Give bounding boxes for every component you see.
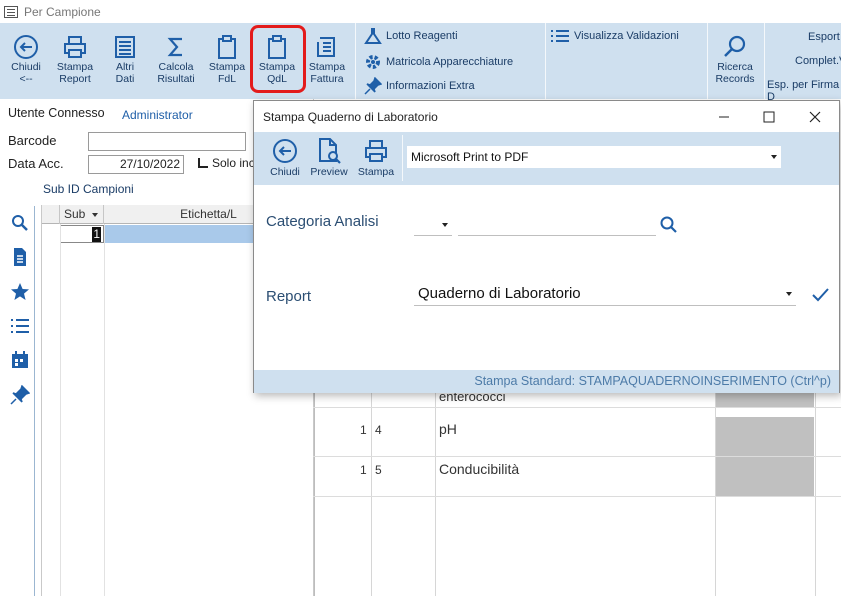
- stampa-report-button[interactable]: Stampa Report: [49, 33, 101, 85]
- chiudi-button[interactable]: Chiudi <--: [0, 33, 52, 85]
- close-button[interactable]: [804, 107, 826, 127]
- data-acc-field[interactable]: 27/10/2022: [88, 155, 184, 174]
- visualizza-validazioni-button[interactable]: Visualizza Validazioni: [550, 28, 679, 44]
- gear-icon: [364, 53, 382, 71]
- app-title-bar: Per Campione: [0, 0, 841, 23]
- grid-line: [104, 224, 105, 596]
- ribbon-separator: [355, 23, 356, 99]
- report-select[interactable]: Quaderno di Laboratorio: [414, 282, 796, 306]
- dialog-toolbar: Chiudi Preview Stampa Microsoft Print to…: [254, 132, 839, 185]
- matricola-apparecchiature-button[interactable]: Matricola Apparecchiature: [364, 53, 513, 71]
- ricerca-records-button[interactable]: Ricerca Records: [708, 33, 762, 85]
- dialog-title-bar: Stampa Quaderno di Laboratorio: [254, 101, 839, 132]
- complet-button[interactable]: Complet.V: [795, 55, 841, 67]
- back-arrow-icon: [0, 33, 52, 61]
- list-icon: [550, 28, 570, 44]
- list-item[interactable]: 1 5 Conducibilità: [313, 457, 841, 497]
- search-icon[interactable]: [659, 215, 679, 235]
- solo-label: Solo inc: [212, 156, 255, 170]
- qdl-highlight-outline: [250, 25, 306, 93]
- ribbon-separator: [764, 23, 765, 99]
- flask-icon: [364, 28, 382, 44]
- dialog-stampa-button[interactable]: Stampa: [354, 136, 398, 178]
- solo-checkbox[interactable]: [198, 158, 208, 168]
- dialog-chiudi-button[interactable]: Chiudi: [263, 136, 307, 178]
- chevron-down-icon: [771, 155, 777, 159]
- ribbon-separator: [545, 23, 546, 99]
- dialog-title: Stampa Quaderno di Laboratorio: [263, 110, 438, 124]
- list-icon: [99, 33, 151, 61]
- dialog-status-bar: Stampa Standard: STAMPAQUADERNOINSERIMEN…: [254, 370, 839, 393]
- dialog-preview-button[interactable]: Preview: [307, 136, 351, 178]
- printer-select[interactable]: Microsoft Print to PDF: [407, 146, 781, 168]
- categoria-analisi-label: Categoria Analisi: [266, 213, 379, 230]
- lotto-reagenti-button[interactable]: Lotto Reagenti: [364, 28, 458, 44]
- categoria-analisi-dropdown[interactable]: [414, 212, 452, 236]
- altri-dati-button[interactable]: Altri Dati: [99, 33, 151, 85]
- sub-cell[interactable]: 1: [60, 225, 104, 243]
- barcode-field[interactable]: [88, 132, 246, 151]
- grid-line: [60, 224, 61, 596]
- calcola-risultati-button[interactable]: Calcola Risultati: [150, 33, 202, 85]
- sigma-icon: [150, 33, 202, 61]
- side-toolbar: [4, 206, 35, 596]
- barcode-label: Barcode: [8, 133, 57, 148]
- stampa-fdl-button[interactable]: Stampa FdL: [201, 33, 253, 85]
- status-text: Stampa Standard: STAMPAQUADERNOINSERIMEN…: [474, 374, 831, 388]
- document-search-icon: [307, 136, 351, 166]
- analisi-list: enterococci 1 4 pH 1 5 Conducibilità: [313, 378, 841, 596]
- form-icon: [4, 5, 18, 18]
- printer-icon: [49, 33, 101, 61]
- list-icon[interactable]: [9, 315, 31, 337]
- invoice-icon: [301, 33, 353, 61]
- sort-arrow-icon: [91, 212, 98, 217]
- chevron-down-icon: [786, 292, 792, 296]
- minimize-button[interactable]: [713, 107, 735, 127]
- select-all-corner[interactable]: [42, 205, 60, 224]
- window-title: Per Campione: [24, 4, 101, 19]
- utente-connesso-label: Utente Connesso: [8, 106, 105, 120]
- search-icon[interactable]: [9, 212, 31, 234]
- categoria-analisi-field[interactable]: [458, 212, 656, 236]
- informazioni-extra-button[interactable]: Informazioni Extra: [364, 77, 475, 95]
- toolbar-separator: [402, 135, 403, 181]
- sub-id-campioni-label: Sub ID Campioni: [43, 182, 134, 196]
- chevron-down-icon: [442, 223, 448, 227]
- list-item[interactable]: 1 4 pH: [313, 417, 841, 457]
- maximize-button[interactable]: [758, 107, 780, 127]
- clipboard-icon: [201, 33, 253, 61]
- search-icon: [708, 33, 762, 61]
- column-header-sub[interactable]: Sub: [60, 205, 104, 224]
- pin-icon: [364, 77, 382, 95]
- data-acc-label: Data Acc.: [8, 156, 64, 171]
- printer-icon: [354, 136, 398, 166]
- stampa-fattura-button[interactable]: Stampa Fattura: [301, 33, 353, 85]
- ribbon-toolbar: Chiudi <-- Stampa Report Altri Dati Calc…: [0, 23, 841, 103]
- report-label: Report: [266, 288, 312, 305]
- calendar-icon[interactable]: [9, 349, 31, 371]
- document-icon[interactable]: [9, 246, 31, 268]
- esporta-button[interactable]: Esport: [808, 31, 840, 43]
- utente-connesso-value: Administrator: [122, 108, 193, 122]
- stampa-quaderno-dialog: Stampa Quaderno di Laboratorio Chiudi Pr…: [253, 100, 840, 393]
- pin-icon[interactable]: [9, 384, 31, 406]
- checkmark-icon[interactable]: [810, 285, 830, 305]
- back-arrow-icon: [263, 136, 307, 166]
- star-icon[interactable]: [9, 281, 31, 303]
